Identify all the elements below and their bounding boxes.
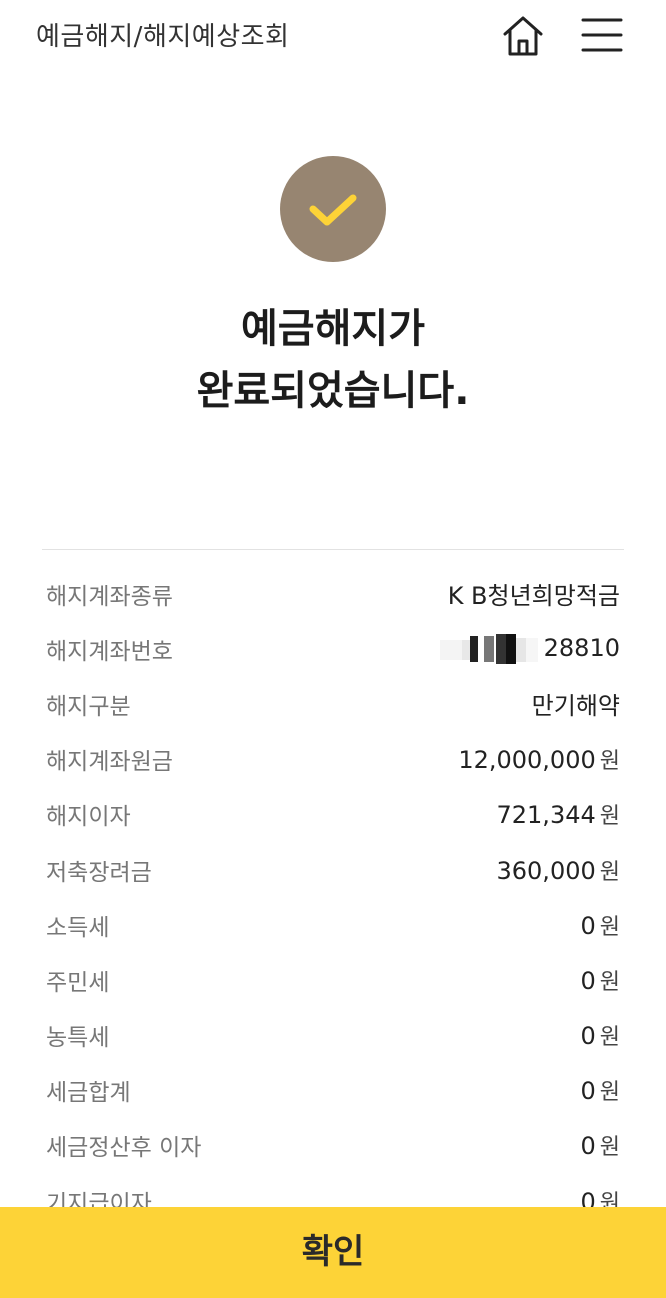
detail-label: 해지계좌원금 <box>46 749 173 776</box>
detail-value: 0원 <box>580 966 620 995</box>
detail-value: 360,000 원 <box>496 856 621 885</box>
detail-label: 해지이자 <box>46 804 131 831</box>
detail-label: 농특세 <box>46 1025 110 1052</box>
confirm-button[interactable]: 확인 <box>0 1207 666 1298</box>
detail-label: 주민세 <box>46 969 110 996</box>
detail-value: 28810 <box>432 633 620 664</box>
termination-details: 해지계좌종류 K B청년희망적금 해지계좌번호 28810 해지구분 만기해약 … <box>46 566 620 1228</box>
detail-label: 세금합계 <box>46 1080 131 1107</box>
detail-value: 만기해약 <box>531 692 620 721</box>
detail-label: 세금정산후 이자 <box>46 1135 202 1162</box>
home-button[interactable] <box>500 13 546 59</box>
detail-row-interest: 해지이자 721,344 원 <box>46 787 620 842</box>
menu-button[interactable] <box>580 16 624 56</box>
detail-row-tax-total: 세금합계 0원 <box>46 1063 620 1118</box>
detail-value: 0원 <box>580 1077 620 1106</box>
detail-label: 해지계좌종류 <box>46 583 173 610</box>
masked-account-digits <box>432 633 542 664</box>
page: 예금해지/해지예상조회 예금해지가 완료되었습니다. 해지계좌종류 K B청년희… <box>0 0 666 1298</box>
divider <box>42 549 624 550</box>
detail-value: 721,344 원 <box>496 801 621 830</box>
detail-value: 0원 <box>580 1132 620 1161</box>
hamburger-menu-icon <box>581 18 623 52</box>
completion-message-line1: 예금해지가 <box>241 306 425 352</box>
completion-message-line2: 완료되었습니다. <box>196 368 470 414</box>
detail-row-principal: 해지계좌원금 12,000,000 원 <box>46 732 620 787</box>
detail-label: 해지구분 <box>46 693 131 720</box>
detail-row-income-tax: 소득세 0원 <box>46 897 620 952</box>
detail-row-termination-type: 해지구분 만기해약 <box>46 676 620 731</box>
detail-label: 해지계좌번호 <box>46 638 173 665</box>
detail-row-savings-incentive: 저축장려금 360,000 원 <box>46 842 620 897</box>
completion-message: 예금해지가 완료되었습니다. <box>0 298 666 422</box>
detail-value: K B청년희망적금 <box>447 582 620 611</box>
page-title: 예금해지/해지예상조회 <box>36 22 290 52</box>
detail-value: 0원 <box>580 911 620 940</box>
detail-row-account-number: 해지계좌번호 28810 <box>46 621 620 676</box>
success-indicator <box>280 156 386 262</box>
detail-row-resident-tax: 주민세 0원 <box>46 952 620 1007</box>
checkmark-icon <box>309 194 357 226</box>
detail-row-after-tax-interest: 세금정산후 이자 0원 <box>46 1118 620 1173</box>
detail-row-rural-tax: 농특세 0원 <box>46 1008 620 1063</box>
detail-row-account-type: 해지계좌종류 K B청년희망적금 <box>46 566 620 621</box>
detail-value: 0원 <box>580 1022 620 1051</box>
detail-value: 12,000,000 원 <box>458 746 620 775</box>
header: 예금해지/해지예상조회 <box>0 0 666 72</box>
home-icon <box>503 16 543 56</box>
detail-label: 소득세 <box>46 914 110 941</box>
detail-label: 저축장려금 <box>46 859 152 886</box>
